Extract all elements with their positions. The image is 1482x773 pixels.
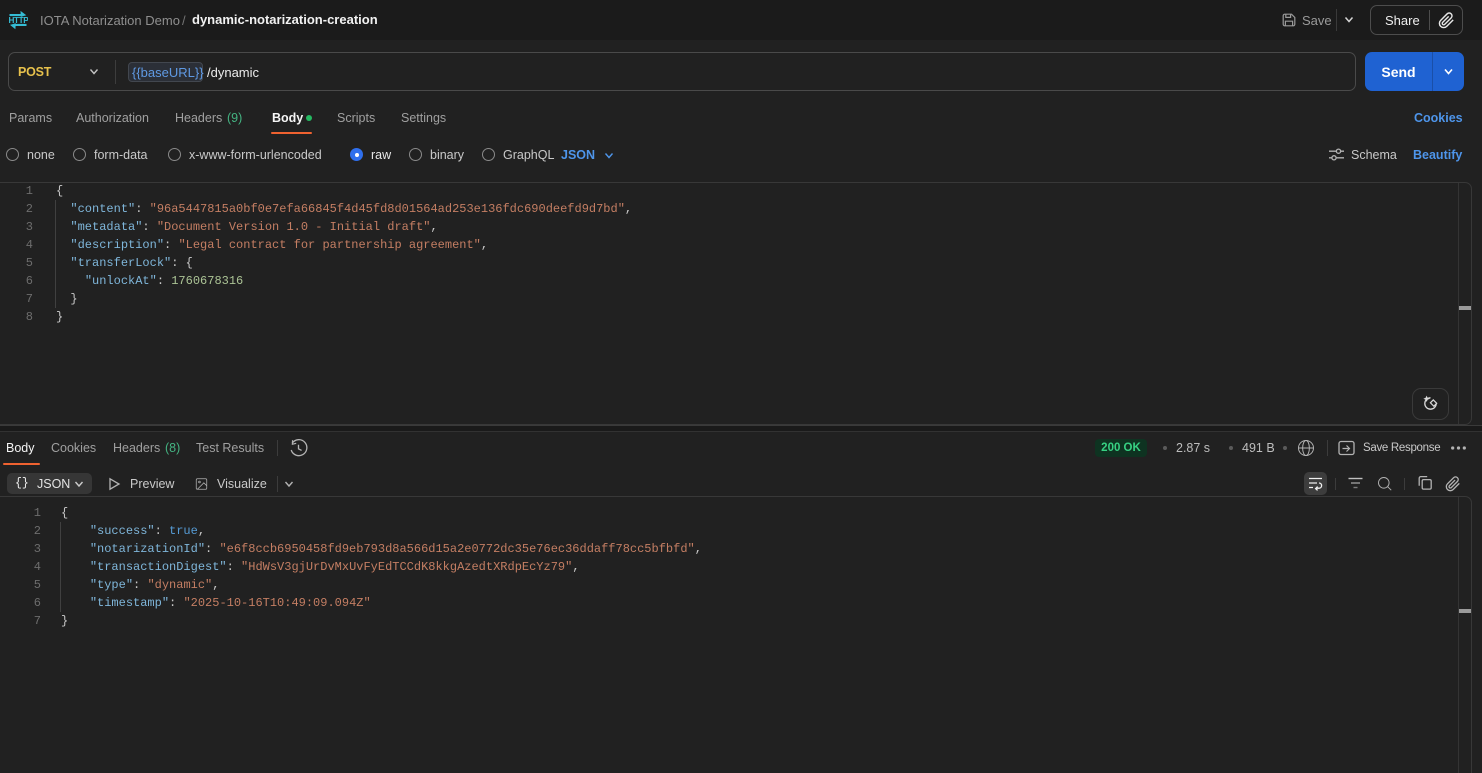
svg-text:HTTP: HTTP (9, 16, 28, 25)
